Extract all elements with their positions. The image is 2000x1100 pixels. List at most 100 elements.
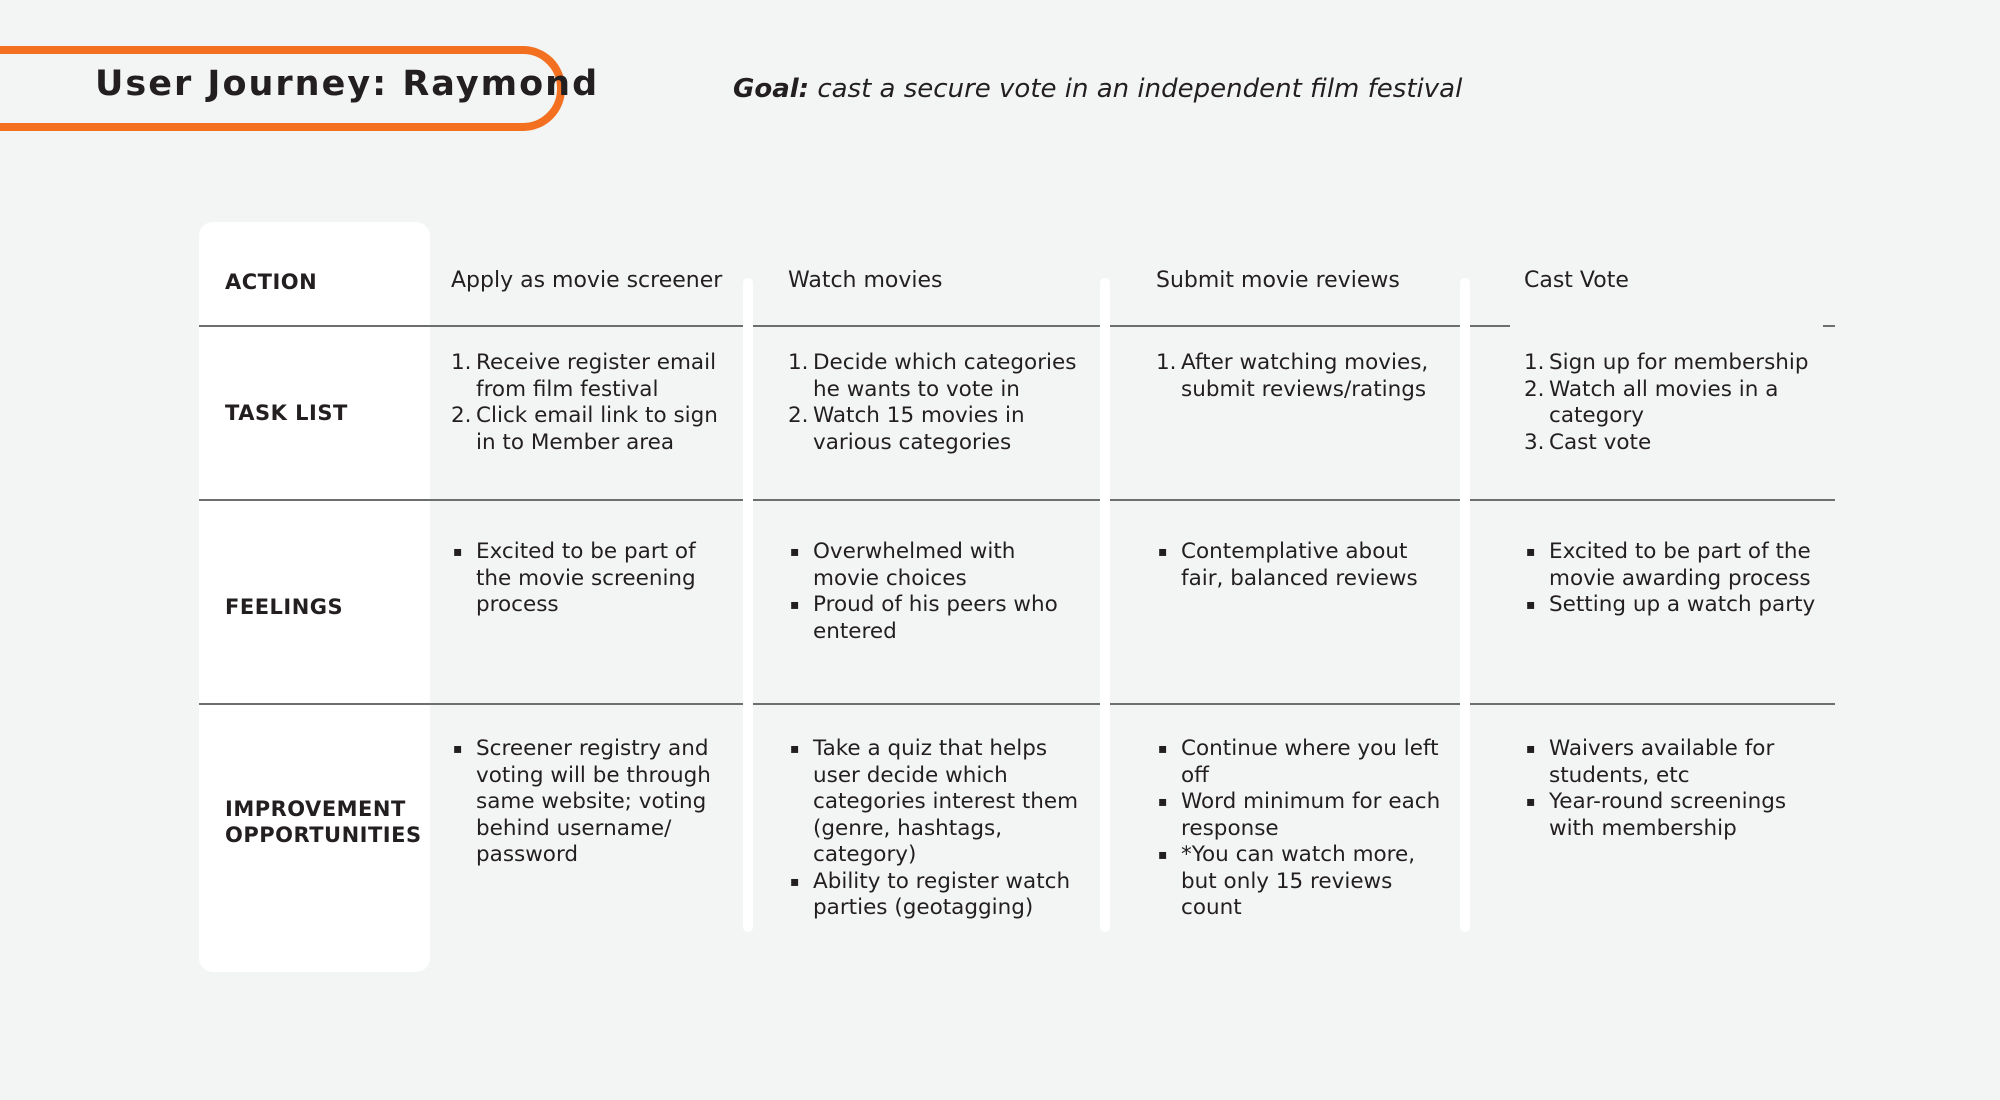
list-item: ▪ Overwhelmed with movie choices [788,539,1088,592]
list-item-text: Take a quiz that helps user decide which… [813,736,1079,867]
list-item: ▪ Ability to register watch parties (geot… [788,869,1088,922]
bullet-icon: ▪ [453,544,463,560]
divider-feelings [199,703,1835,705]
divider-header [1823,325,1835,327]
improvement-cell: ▪ Screener registry and voting will be th… [451,736,721,869]
list-item-text: After watching movies, submit reviews/ra… [1181,350,1429,402]
action-watch-movies: Watch movies [788,268,943,293]
bullet-icon: ▪ [790,544,800,560]
list-number: 1. [1524,350,1545,375]
list-number: 3. [1524,429,1545,455]
list-number: 2. [451,403,472,428]
list-item: ▪ Word minimum for each response [1156,789,1456,842]
list-item-text: Decide which categories he wants to vote… [813,350,1077,402]
list-item: ▪ Excited to be part of the movie awardin… [1524,539,1824,592]
bullet-icon: ▪ [1526,544,1536,560]
divider-task [199,499,1835,501]
list-item: 2. Watch all movies in a category [1524,377,1824,430]
list-item: ▪ Excited to be part of the movie screeni… [451,539,721,619]
task-cell: 1. After watching movies, submit reviews/… [1156,350,1456,403]
action-apply-screener: Apply as movie screener [451,268,723,293]
improvements-list: ▪ Waivers available for students, etc ▪ Yea… [1524,736,1824,842]
list-number: 1. [451,350,472,375]
list-item-text: Contemplative about fair, balanced revie… [1181,539,1418,591]
feelings-cell: ▪ Contemplative about fair, balanced revi… [1156,539,1456,592]
list-number: 2. [788,403,809,428]
page-title: User Journey: Raymond [95,64,600,104]
divider-header [1470,325,1510,327]
tasks-list: 1. Sign up for membership 2. Watch all movi… [1524,350,1824,456]
list-item-text: Receive register email from film festiva… [476,350,717,402]
goal-statement: Goal: cast a secure vote in an independe… [733,74,1462,104]
improvements-list: ▪ Screener registry and voting will be th… [451,736,721,869]
list-item: ▪ Setting up a watch party [1524,592,1824,619]
list-item-text: Excited to be part of the movie awarding… [1549,539,1811,591]
feelings-list: ▪ Contemplative about fair, balanced revi… [1156,539,1456,592]
tasks-list: 1. After watching movies, submit reviews/… [1156,350,1456,403]
feelings-list: ▪ Overwhelmed with movie choices ▪ Proud of… [788,539,1088,645]
row-label-feelings: FEELINGS [225,595,344,619]
list-item: 3. Cast vote [1524,430,1824,457]
list-item: 1. After watching movies, submit reviews/… [1156,350,1456,403]
column-separator [1100,278,1110,932]
list-item: ▪ *You can watch more, but only 15 review… [1156,842,1456,922]
list-item-text: Setting up a watch party [1549,592,1816,617]
list-item: 1. Decide which categories he wants to vo… [788,350,1088,403]
task-cell: 1. Receive register email from film festi… [451,350,721,456]
list-item: 2. Watch 15 movies in various categories [788,403,1088,456]
list-item: ▪ Screener registry and voting will be th… [451,736,721,869]
list-item: ▪ Contemplative about fair, balanced revi… [1156,539,1456,592]
bullet-icon: ▪ [453,741,463,757]
list-item: ▪ Proud of his peers who entered [788,592,1088,645]
bullet-icon: ▪ [1158,794,1168,810]
feelings-cell: ▪ Excited to be part of the movie screeni… [451,539,721,619]
column-separator [1460,278,1470,932]
divider-header [1110,325,1460,327]
task-cell: 1. Decide which categories he wants to vo… [788,350,1088,456]
tasks-list: 1. Receive register email from film festi… [451,350,721,456]
list-item-text: Overwhelmed with movie choices [813,539,1016,591]
improvement-cell: ▪ Take a quiz that helps user decide whic… [788,736,1088,922]
row-label-task-list: TASK LIST [225,401,348,425]
list-item-text: *You can watch more, but only 15 reviews… [1181,842,1416,920]
list-item: ▪ Year-round screenings with membership [1524,789,1824,842]
divider-header [753,325,1100,327]
feelings-cell: ▪ Overwhelmed with movie choices ▪ Proud of… [788,539,1088,645]
row-label-action: ACTION [225,270,318,294]
action-submit-reviews: Submit movie reviews [1156,268,1400,293]
bullet-icon: ▪ [790,873,800,890]
list-item-text: Waivers available for students, etc [1549,736,1775,788]
goal-label: Goal: [733,74,810,104]
feelings-cell: ▪ Excited to be part of the movie awardin… [1524,539,1824,619]
improvement-cell: ▪ Continue where you left off ▪ Word minimu… [1156,736,1456,922]
list-item-text: Ability to register watch parties (geota… [813,868,1071,921]
list-item-text: Screener registry and voting will be thr… [476,736,711,867]
bullet-icon: ▪ [1158,847,1168,863]
list-item: ▪ Take a quiz that helps user decide whic… [788,736,1088,869]
divider-header [199,325,744,327]
list-item-text: Click email link to sign in to Member ar… [476,403,718,455]
list-item-text: Year-round screenings with membership [1549,789,1787,841]
bullet-icon: ▪ [1526,794,1536,810]
row-label-improvement: IMPROVEMENT OPPORTUNITIES [225,797,422,847]
task-cell: 1. Sign up for membership 2. Watch all movi… [1524,350,1824,456]
list-item-text: Word minimum for each response [1181,789,1441,841]
improvements-list: ▪ Continue where you left off ▪ Word minimu… [1156,736,1456,922]
list-item-text: Excited to be part of the movie screenin… [476,539,696,617]
list-item: 2. Click email link to sign in to Member … [451,403,721,456]
list-item: 1. Sign up for membership [1524,350,1824,377]
list-number: 1. [1156,350,1177,375]
bullet-icon: ▪ [790,597,800,613]
list-item: ▪ Waivers available for students, etc [1524,736,1824,789]
bullet-icon: ▪ [1158,544,1168,560]
list-number: 1. [788,350,809,375]
bullet-icon: ▪ [1526,741,1536,757]
goal-text: cast a secure vote in an independent fil… [809,74,1463,104]
improvements-list: ▪ Take a quiz that helps user decide whic… [788,736,1088,922]
list-item: 1. Receive register email from film festi… [451,350,721,403]
list-item: ▪ Continue where you left off [1156,736,1456,789]
list-item-text: Cast vote [1549,429,1652,455]
feelings-list: ▪ Excited to be part of the movie awardin… [1524,539,1824,619]
column-separator [743,278,753,932]
list-number: 2. [1524,376,1545,402]
